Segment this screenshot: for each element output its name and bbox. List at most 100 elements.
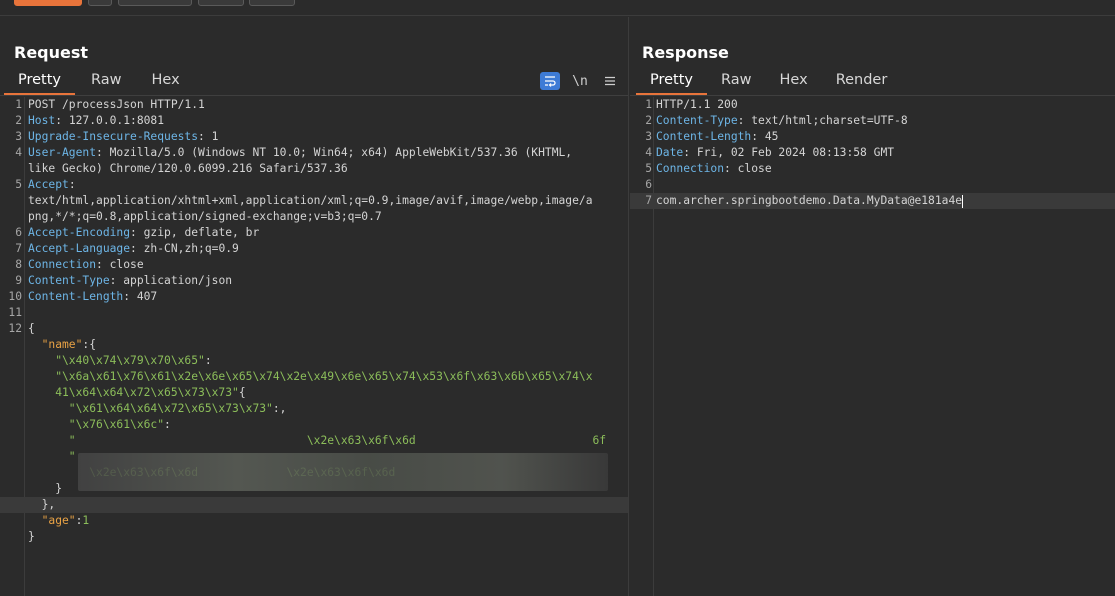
- code-line: 6 Accept-Encoding: gzip, deflate, br: [0, 225, 628, 241]
- header-value: : 1: [198, 130, 219, 143]
- header-value: : 127.0.0.1:8081: [55, 114, 165, 127]
- json-key: "name": [28, 338, 83, 351]
- header-value: : Fri, 02 Feb 2024 08:13:58 GMT: [683, 146, 895, 159]
- line-content: text/html,application/xhtml+xml,applicat…: [28, 193, 593, 209]
- code-line: 2 Content-Type: text/html;charset=UTF-8: [630, 113, 1115, 129]
- header-value: : zh-CN,zh;q=0.9: [130, 242, 239, 255]
- line-content: User-Agent: Mozilla/5.0 (Windows NT 10.0…: [28, 145, 572, 161]
- line-content: "age":1: [28, 513, 90, 529]
- code-line: 12 {: [0, 321, 628, 337]
- request-editor-tools: \n: [540, 72, 620, 90]
- line-number: 3: [15, 130, 22, 143]
- code-line: 4 Date: Fri, 02 Feb 2024 08:13:58 GMT: [630, 145, 1115, 161]
- line-content: Content-Type: text/html;charset=UTF-8: [656, 113, 908, 129]
- send-button[interactable]: [14, 0, 82, 6]
- line-number: 7: [645, 194, 652, 207]
- code-line: like Gecko) Chrome/120.0.6099.216 Safari…: [0, 161, 628, 177]
- header-value: : close: [96, 258, 144, 271]
- code-line: png,*/*;q=0.8,application/signed-exchang…: [0, 209, 628, 225]
- json-string: " \x2e\x63\x6f\x6d 6f: [28, 434, 607, 447]
- line-content: Content-Length: 407: [28, 289, 157, 305]
- header-name: Upgrade-Insecure-Requests: [28, 130, 199, 143]
- json-number: 1: [82, 514, 90, 527]
- tab-raw[interactable]: Raw: [707, 69, 766, 95]
- response-editor[interactable]: 1 HTTP/1.1 200 2 Content-Type: text/html;ch…: [630, 97, 1115, 596]
- response-pane: Response Pretty Raw Hex Render 1 HTTP/1.1…: [630, 17, 1115, 596]
- request-title: Request: [14, 43, 89, 62]
- code-line: 7 com.archer.springbootdemo.Data.MyData@e…: [630, 193, 1115, 209]
- line-number: 10: [8, 290, 22, 303]
- newline-toggle-icon[interactable]: \n: [570, 72, 590, 90]
- header-name: User-Agent: [28, 146, 97, 159]
- code-line: 4 User-Agent: Mozilla/5.0 (Windows NT 10.…: [0, 145, 628, 161]
- response-tabs: Pretty Raw Hex Render: [636, 69, 901, 95]
- request-editor[interactable]: 1 POST /processJson HTTP/1.1 2 Host: 127.0.…: [0, 97, 628, 596]
- code-line: 5 Accept:: [0, 177, 628, 193]
- line-content: },: [28, 497, 56, 513]
- header-name: Connection: [28, 258, 97, 271]
- header-value: : text/html;charset=UTF-8: [737, 114, 908, 127]
- line-content: Connection: close: [28, 257, 144, 273]
- settings-button[interactable]: [88, 0, 112, 6]
- line-text: }: [28, 482, 63, 495]
- line-content: Upgrade-Insecure-Requests: 1: [28, 129, 218, 145]
- tab-pretty[interactable]: Pretty: [636, 69, 708, 95]
- header-name: Accept: [28, 178, 69, 191]
- line-text: HTTP/1.1 200: [656, 98, 738, 111]
- json-punct: {: [238, 386, 246, 399]
- line-text: like Gecko) Chrome/120.0.6099.216 Safari…: [28, 162, 348, 175]
- tab-hex[interactable]: Hex: [138, 69, 194, 95]
- line-content: Accept-Language: zh-CN,zh;q=0.9: [28, 241, 239, 257]
- code-line: 11: [0, 305, 628, 321]
- header-name: Content-Length: [656, 130, 752, 143]
- code-line: "age":1: [0, 513, 628, 529]
- tab-pretty[interactable]: Pretty: [4, 69, 76, 95]
- header-name: Accept-Encoding: [28, 226, 131, 239]
- code-line: }: [0, 529, 628, 545]
- line-number: 1: [645, 98, 652, 111]
- wrap-lines-icon[interactable]: [540, 72, 560, 90]
- line-number: 6: [645, 178, 652, 191]
- line-content: HTTP/1.1 200: [656, 97, 738, 113]
- code-line: "name":{: [0, 337, 628, 353]
- json-string: "\x6a\x61\x76\x61\x2e\x6e\x65\x74\x2e\x4…: [28, 370, 593, 383]
- line-number: 12: [8, 322, 22, 335]
- line-number: 7: [15, 242, 22, 255]
- code-line: 8 Connection: close: [0, 257, 628, 273]
- tab-raw[interactable]: Raw: [77, 69, 136, 95]
- line-content: Content-Length: 45: [656, 129, 778, 145]
- tab-hex[interactable]: Hex: [766, 69, 822, 95]
- code-line: 1 HTTP/1.1 200: [630, 97, 1115, 113]
- code-line: 1 POST /processJson HTTP/1.1: [0, 97, 628, 113]
- tab-divider: [630, 95, 1115, 96]
- code-line: 9 Content-Type: application/json: [0, 273, 628, 289]
- forward-button[interactable]: [249, 0, 295, 6]
- line-number: 4: [15, 146, 22, 159]
- header-value: :: [68, 178, 76, 191]
- code-line: " \x2e\x63\x6f\x6d 6f: [0, 433, 628, 449]
- code-line: },: [0, 497, 628, 513]
- request-tabs: Pretty Raw Hex: [4, 69, 194, 95]
- code-line: "\x76\x61\x6c":: [0, 417, 628, 433]
- code-line: 3 Content-Length: 45: [630, 129, 1115, 145]
- line-number: 8: [15, 258, 22, 271]
- line-content: Connection: close: [656, 161, 772, 177]
- line-text: }: [28, 530, 35, 543]
- tab-render[interactable]: Render: [822, 69, 902, 95]
- header-name: Host: [28, 114, 56, 127]
- line-text: POST /processJson HTTP/1.1: [28, 98, 205, 111]
- line-number: 4: [645, 146, 652, 159]
- header-value: : application/json: [109, 274, 233, 287]
- request-pane: Request Pretty Raw Hex \n 1 POST /process…: [0, 17, 629, 596]
- redacted-region: [78, 453, 608, 491]
- line-content: "name":{: [28, 337, 96, 353]
- menu-icon[interactable]: [600, 72, 620, 90]
- json-punct: :,: [272, 402, 287, 415]
- line-text: com.archer.springbootdemo.Data.MyData@e1…: [656, 194, 963, 207]
- line-content: png,*/*;q=0.8,application/signed-exchang…: [28, 209, 382, 225]
- response-lines: 1 HTTP/1.1 200 2 Content-Type: text/html;ch…: [630, 97, 1115, 209]
- cancel-button[interactable]: [118, 0, 192, 6]
- header-name: Content-Length: [28, 290, 124, 303]
- json-string: "\x61\x64\x64\x72\x65\x73\x73": [28, 402, 273, 415]
- back-button[interactable]: [198, 0, 244, 6]
